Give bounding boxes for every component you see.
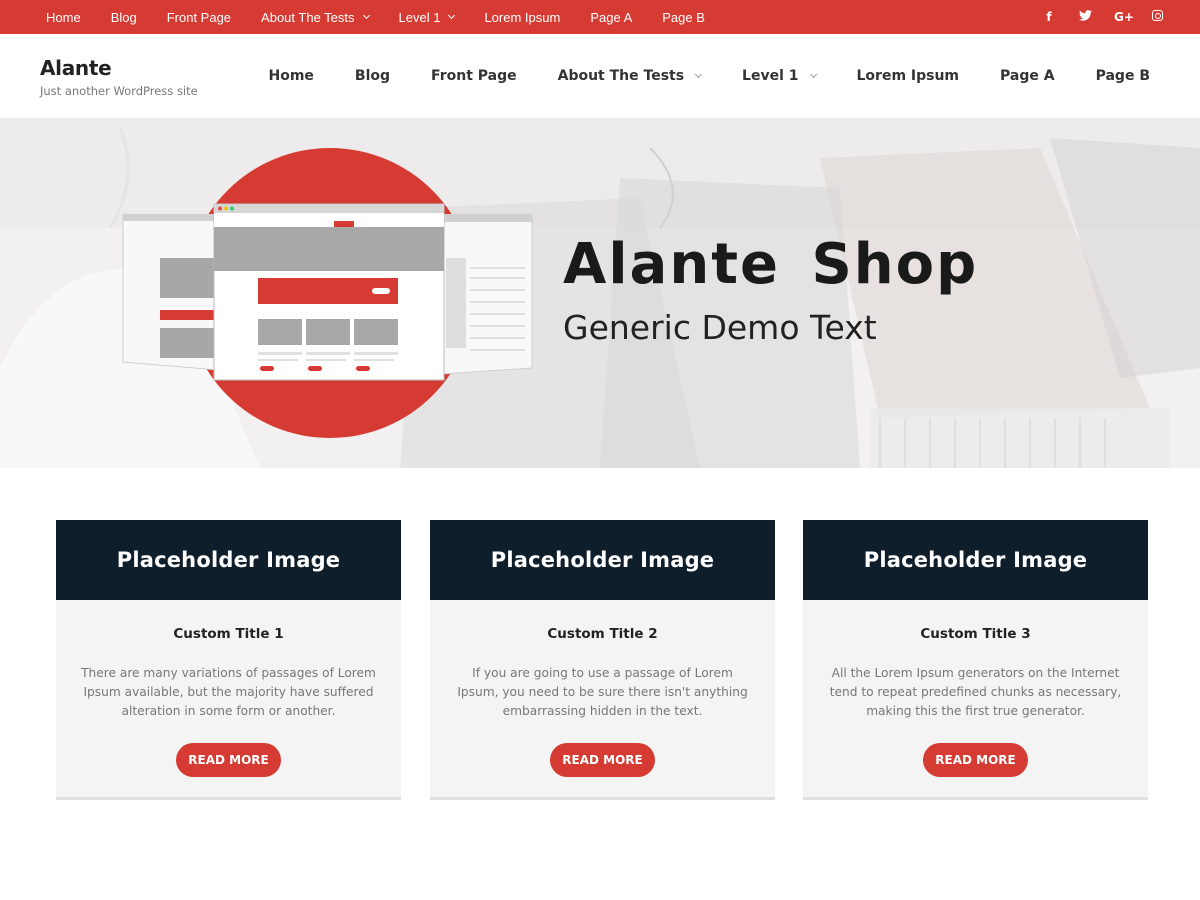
placeholder-image: Placeholder Image bbox=[803, 520, 1148, 600]
card-text: All the Lorem Ipsum generators on the In… bbox=[829, 666, 1122, 718]
top-nav-level-1[interactable]: Level 1 bbox=[398, 9, 456, 25]
placeholder-image-label: Placeholder Image bbox=[490, 548, 715, 572]
nav-label: Front Page bbox=[431, 68, 517, 84]
main-navigation: Home Blog Front Page About The Tests Lev… bbox=[228, 34, 1151, 118]
facebook-icon[interactable]: f bbox=[1042, 10, 1056, 24]
feature-card: Placeholder Image Custom Title 2 If you … bbox=[430, 520, 775, 800]
placeholder-image-label: Placeholder Image bbox=[116, 548, 341, 572]
placeholder-image-label: Placeholder Image bbox=[863, 548, 1088, 572]
nav-label: Page B bbox=[1095, 68, 1150, 84]
read-more-button[interactable]: READ MORE bbox=[176, 743, 281, 777]
card-text: There are many variations of passages of… bbox=[81, 666, 376, 718]
top-nav-label: Blog bbox=[110, 9, 137, 25]
nav-label: Page A bbox=[1000, 68, 1055, 84]
top-nav-label: Front Page bbox=[166, 9, 232, 25]
social-links: f G+ bbox=[1020, 0, 1164, 34]
nav-level-1[interactable]: Level 1 bbox=[742, 68, 817, 84]
top-nav-page-a[interactable]: Page A bbox=[590, 10, 632, 25]
top-bar: Home Blog Front Page About The Tests Lev… bbox=[0, 0, 1200, 34]
chevron-down-icon bbox=[362, 11, 370, 19]
read-more-button[interactable]: READ MORE bbox=[550, 743, 655, 777]
nav-page-b[interactable]: Page B bbox=[1096, 68, 1150, 84]
top-navigation: Home Blog Front Page About The Tests Lev… bbox=[30, 0, 735, 34]
site-header: Alante Just another WordPress site Home … bbox=[0, 34, 1200, 118]
read-more-button[interactable]: READ MORE bbox=[923, 743, 1028, 777]
chevron-down-icon bbox=[448, 11, 456, 19]
top-nav-page-b[interactable]: Page B bbox=[662, 10, 705, 25]
top-nav-blog[interactable]: Blog bbox=[111, 10, 137, 25]
top-nav-label: About The Tests bbox=[261, 9, 355, 25]
top-nav-label: Page A bbox=[590, 9, 633, 25]
nav-label: Home bbox=[268, 68, 314, 84]
site-tagline: Just another WordPress site bbox=[40, 84, 198, 98]
mockup-center-screen bbox=[213, 203, 445, 381]
instagram-glyph bbox=[1151, 10, 1163, 21]
top-nav-about-the-tests[interactable]: About The Tests bbox=[261, 9, 370, 25]
top-nav-label: Page B bbox=[662, 9, 705, 25]
placeholder-image: Placeholder Image bbox=[430, 520, 775, 600]
card-text: If you are going to use a passage of Lor… bbox=[457, 666, 748, 718]
feature-card: Placeholder Image Custom Title 1 There a… bbox=[56, 520, 401, 800]
nav-label: Blog bbox=[354, 68, 391, 84]
top-nav-home[interactable]: Home bbox=[46, 10, 81, 25]
nav-page-a[interactable]: Page A bbox=[1000, 68, 1055, 84]
twitter-icon[interactable] bbox=[1078, 10, 1092, 24]
top-nav-label: Level 1 bbox=[398, 9, 441, 25]
hero-subtitle: Generic Demo Text bbox=[563, 308, 877, 347]
nav-label: About The Tests bbox=[557, 68, 685, 84]
nav-label: Level 1 bbox=[742, 68, 799, 84]
placeholder-image: Placeholder Image bbox=[56, 520, 401, 600]
card-title: Custom Title 3 bbox=[920, 626, 1031, 642]
mockup-left-screen bbox=[122, 213, 219, 371]
hero-banner: Alante Shop Generic Demo Text bbox=[0, 118, 1200, 468]
top-nav-lorem-ipsum[interactable]: Lorem Ipsum bbox=[484, 10, 560, 25]
nav-front-page[interactable]: Front Page bbox=[431, 68, 517, 84]
top-nav-front-page[interactable]: Front Page bbox=[167, 10, 231, 25]
mockup-right-screen bbox=[441, 213, 533, 375]
top-nav-label: Home bbox=[46, 9, 81, 25]
google-plus-icon[interactable]: G+ bbox=[1114, 10, 1134, 24]
card-title: Custom Title 2 bbox=[547, 626, 658, 642]
feature-card: Placeholder Image Custom Title 3 All the… bbox=[803, 520, 1148, 800]
card-title: Custom Title 1 bbox=[173, 626, 284, 642]
nav-blog[interactable]: Blog bbox=[355, 68, 390, 84]
instagram-icon[interactable] bbox=[1150, 10, 1164, 24]
nav-home[interactable]: Home bbox=[269, 68, 314, 84]
chevron-down-icon bbox=[809, 70, 817, 78]
nav-about-the-tests[interactable]: About The Tests bbox=[557, 68, 703, 84]
site-title[interactable]: Alante bbox=[40, 56, 112, 80]
hero-title: Alante Shop bbox=[563, 232, 979, 297]
nav-label: Lorem Ipsum bbox=[856, 68, 960, 84]
chevron-down-icon bbox=[695, 70, 703, 78]
top-nav-label: Lorem Ipsum bbox=[484, 9, 561, 25]
nav-lorem-ipsum[interactable]: Lorem Ipsum bbox=[857, 68, 960, 84]
